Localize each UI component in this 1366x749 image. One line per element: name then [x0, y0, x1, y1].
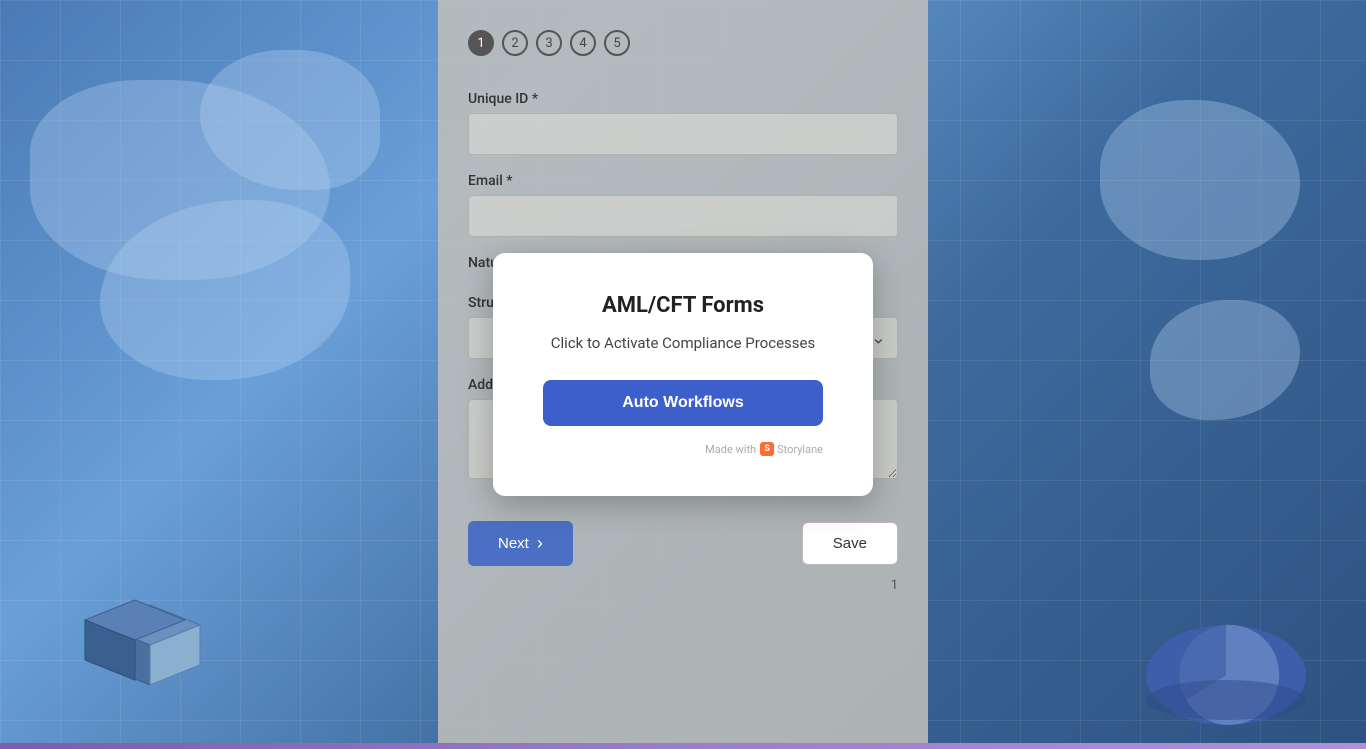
storylane-icon: S — [760, 442, 774, 456]
storylane-name: Storylane — [777, 443, 823, 456]
footer-text: Made with — [705, 443, 756, 456]
modal-subtitle: Click to Activate Compliance Processes — [543, 334, 823, 352]
storylane-brand: S Storylane — [760, 442, 823, 456]
modal-title: AML/CFT Forms — [543, 293, 823, 318]
modal-footer: Made with S Storylane — [543, 442, 823, 456]
auto-workflows-button[interactable]: Auto Workflows — [543, 380, 823, 426]
modal-overlay: AML/CFT Forms Click to Activate Complian… — [0, 0, 1366, 749]
aml-cft-modal: AML/CFT Forms Click to Activate Complian… — [493, 253, 873, 496]
bottom-bar — [0, 743, 1366, 749]
